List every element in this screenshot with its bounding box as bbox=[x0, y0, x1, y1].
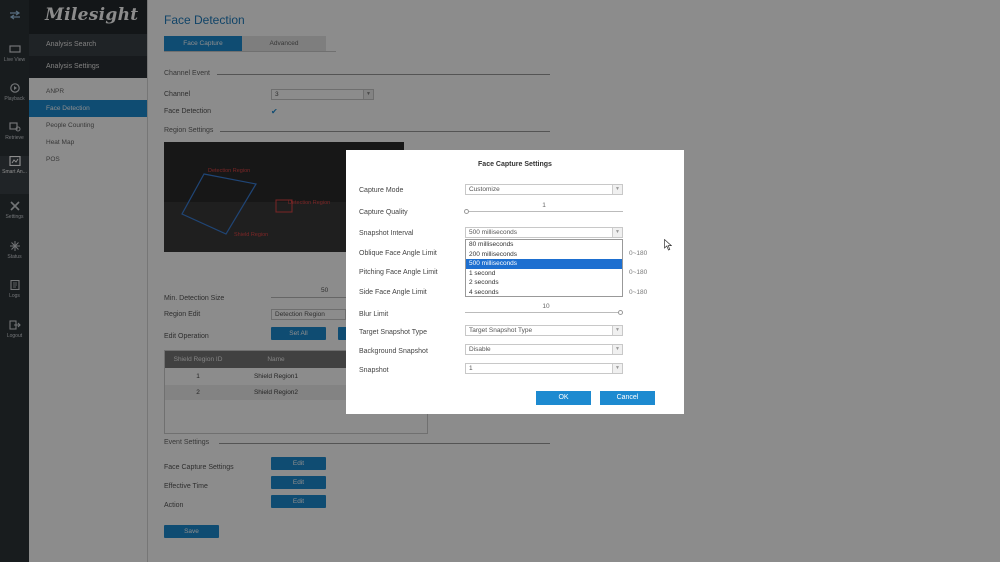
dialog-title: Face Capture Settings bbox=[478, 161, 552, 168]
target-snapshot-type-value: Target Snapshot Type bbox=[469, 327, 533, 334]
mouse-cursor-icon bbox=[664, 239, 672, 251]
dropdown-option[interactable]: 2 seconds bbox=[466, 278, 622, 288]
capture-quality-slider[interactable] bbox=[464, 209, 623, 214]
chevron-down-icon: ▼ bbox=[612, 326, 622, 335]
target-snapshot-type-label: Target Snapshot Type bbox=[359, 329, 427, 336]
snapshot-interval-select[interactable]: 500 milliseconds ▼ bbox=[465, 227, 623, 238]
snapshot-interval-value: 500 milliseconds bbox=[469, 229, 518, 236]
snapshot-value: 1 bbox=[469, 365, 473, 372]
side-angle-range: 0~180 bbox=[629, 289, 648, 296]
side-angle-label: Side Face Angle Limit bbox=[359, 289, 427, 296]
cancel-button[interactable]: Cancel bbox=[600, 391, 655, 405]
snapshot-interval-dropdown: 80 milliseconds 200 milliseconds 500 mil… bbox=[465, 239, 623, 297]
snapshot-select[interactable]: 1 ▼ bbox=[465, 363, 623, 374]
background-snapshot-select[interactable]: Disable ▼ bbox=[465, 344, 623, 355]
chevron-down-icon: ▼ bbox=[612, 364, 622, 373]
dropdown-option[interactable]: 200 milliseconds bbox=[466, 250, 622, 260]
capture-quality-label: Capture Quality bbox=[359, 209, 408, 216]
slider-handle[interactable] bbox=[464, 209, 469, 214]
slider-handle[interactable] bbox=[618, 310, 623, 315]
blur-limit-value: 10 bbox=[542, 303, 550, 310]
chevron-down-icon: ▼ bbox=[612, 185, 622, 194]
chevron-down-icon: ▼ bbox=[612, 345, 622, 354]
dropdown-option[interactable]: 4 seconds bbox=[466, 288, 622, 298]
capture-mode-select[interactable]: Customize ▼ bbox=[465, 184, 623, 195]
background-snapshot-label: Background Snapshot bbox=[359, 348, 428, 355]
dropdown-option[interactable]: 1 second bbox=[466, 269, 622, 279]
ok-button[interactable]: OK bbox=[536, 391, 591, 405]
blur-limit-slider[interactable] bbox=[465, 310, 623, 315]
dropdown-option[interactable]: 80 milliseconds bbox=[466, 240, 622, 250]
blur-limit-label: Blur Limit bbox=[359, 311, 389, 318]
capture-quality-value: 1 bbox=[542, 202, 546, 209]
target-snapshot-type-select[interactable]: Target Snapshot Type ▼ bbox=[465, 325, 623, 336]
pitching-angle-range: 0~180 bbox=[629, 269, 648, 276]
capture-mode-label: Capture Mode bbox=[359, 187, 404, 194]
snapshot-label: Snapshot bbox=[359, 367, 389, 374]
oblique-angle-label: Oblique Face Angle Limit bbox=[359, 250, 437, 257]
chevron-down-icon: ▼ bbox=[612, 228, 622, 237]
background-snapshot-value: Disable bbox=[469, 346, 491, 353]
snapshot-interval-label: Snapshot Interval bbox=[359, 230, 414, 237]
dropdown-option-selected[interactable]: 500 milliseconds bbox=[466, 259, 622, 269]
capture-mode-value: Customize bbox=[469, 186, 500, 193]
pitching-angle-label: Pitching Face Angle Limit bbox=[359, 269, 438, 276]
oblique-angle-range: 0~180 bbox=[629, 250, 648, 257]
face-capture-settings-dialog: Face Capture Settings Capture Mode Custo… bbox=[346, 150, 684, 414]
